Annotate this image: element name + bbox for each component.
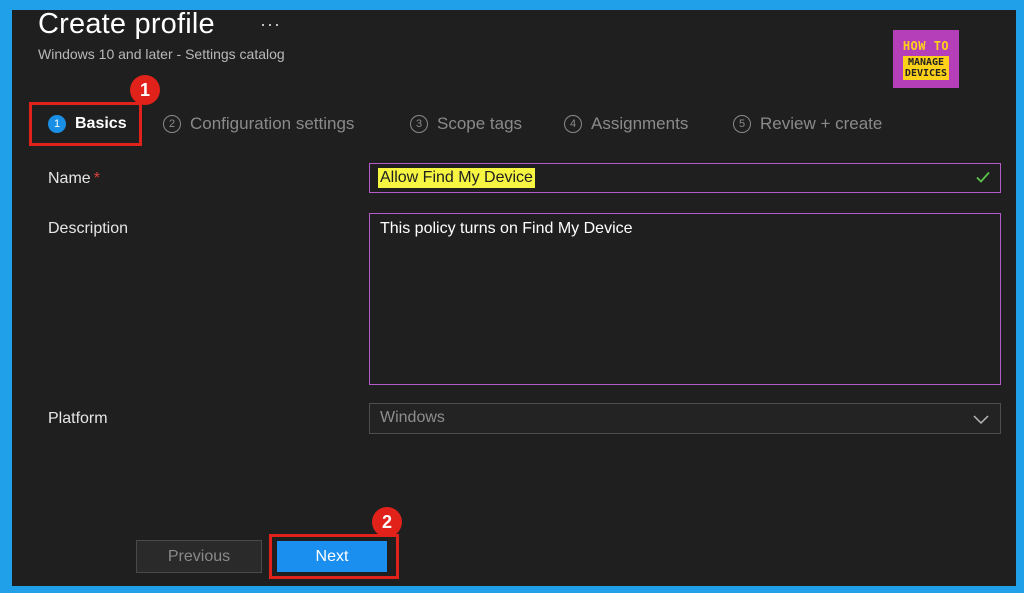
step-assignments[interactable]: 4 Assignments [564, 104, 688, 144]
create-profile-panel: Create profile ··· Windows 10 and later … [12, 8, 1016, 586]
callout-badge-2: 2 [372, 507, 402, 537]
next-button[interactable]: Next [277, 541, 387, 572]
callout-badge-1: 1 [130, 75, 160, 105]
step-configuration-settings[interactable]: 2 Configuration settings [163, 104, 354, 144]
wizard-steps: 1 Basics 2 Configuration settings 3 Scop… [12, 104, 1016, 144]
platform-label: Platform [48, 410, 108, 427]
more-options-icon[interactable]: ··· [260, 14, 281, 35]
page-subtitle: Windows 10 and later - Settings catalog [38, 46, 285, 62]
name-value: Allow Find My Device [378, 168, 535, 188]
required-mark: * [93, 170, 100, 187]
chevron-down-icon [972, 410, 990, 433]
brand-logo: HOW TO MANAGE DEVICES [893, 30, 959, 88]
name-label: Name * [48, 170, 100, 187]
previous-button[interactable]: Previous [136, 540, 262, 573]
platform-value: Windows [380, 409, 445, 426]
checkmark-icon [974, 168, 992, 191]
step-review-create[interactable]: 5 Review + create [733, 104, 882, 144]
page-title: Create profile [38, 8, 215, 40]
description-label: Description [48, 220, 129, 237]
description-textarea[interactable]: This policy turns on Find My Device [369, 213, 1001, 385]
basics-highlight-box [29, 102, 142, 146]
step-scope-tags[interactable]: 3 Scope tags [410, 104, 522, 144]
platform-select[interactable]: Windows [369, 403, 1001, 434]
name-input[interactable]: Allow Find My Device [369, 163, 1001, 193]
